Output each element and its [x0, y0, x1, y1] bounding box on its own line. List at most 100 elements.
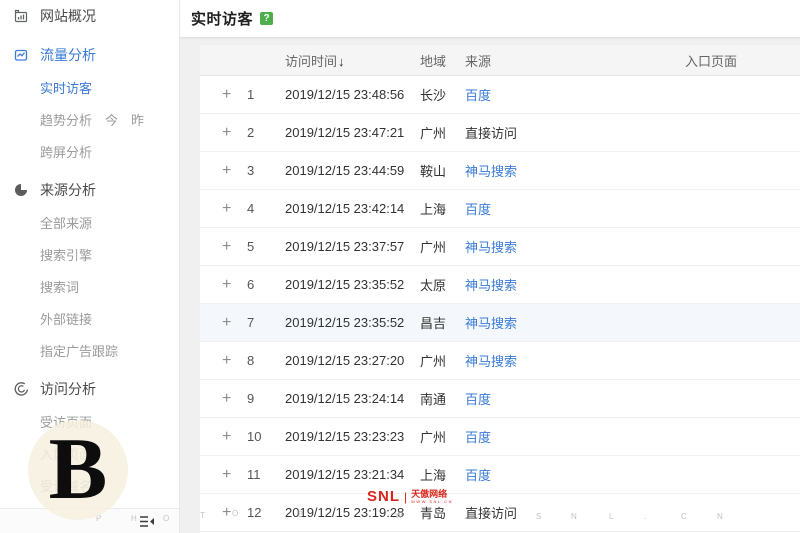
- expand-row-icon[interactable]: +: [222, 505, 231, 521]
- watermark-letter: N: [717, 512, 723, 521]
- visit-source-link[interactable]: 神马搜索: [462, 351, 682, 370]
- visit-source-link[interactable]: 神马搜索: [462, 275, 682, 294]
- watermark-letter: .: [644, 512, 647, 521]
- visit-region: 青岛: [420, 506, 447, 521]
- snl-logo-watermark: SNL | 天傲网络 WWW.SNL.CN: [367, 488, 453, 505]
- logo-company-name: 天傲网络: [411, 488, 448, 499]
- sidebar-item-label: 跨屏分析: [40, 144, 93, 160]
- expand-row-icon[interactable]: +: [222, 239, 231, 255]
- expand-row-icon[interactable]: +: [222, 163, 231, 179]
- visit-source-link[interactable]: 百度: [462, 199, 682, 218]
- sidebar-item-label: 全部来源: [40, 215, 93, 231]
- row-index: 6: [247, 277, 255, 292]
- row-index: 8: [247, 353, 255, 368]
- watermark-letter: C: [681, 512, 687, 521]
- row-index: 1: [247, 87, 255, 102]
- table-row: + 11 2019/12/15 23:21:34 上海 百度: [200, 456, 800, 494]
- page-header: 实时访客 ?: [180, 0, 800, 38]
- visit-time: 2019/12/15 23:42:14: [285, 201, 405, 216]
- row-index: 12: [247, 505, 262, 520]
- visit-source-link[interactable]: 神马搜索: [462, 313, 682, 332]
- expand-row-icon[interactable]: +: [222, 353, 231, 369]
- main-content: 访问时间↓ 地域 来源 入口页面 + 1 2019/12/15 23:48:56…: [180, 38, 800, 533]
- row-index: 5: [247, 239, 255, 254]
- visit-region: 广州: [420, 126, 447, 141]
- sidebar-item-ad-tracking[interactable]: 指定广告跟踪: [0, 334, 179, 366]
- sidebar-item-label: 搜索词: [40, 279, 80, 295]
- sidebar-item-search-terms[interactable]: 搜索词: [0, 270, 179, 302]
- sidebar-item-trend-analysis[interactable]: 趋势分析 今 昨: [0, 103, 179, 135]
- sidebar-item-all-sources[interactable]: 全部来源: [0, 206, 179, 238]
- expand-row-icon[interactable]: +: [222, 277, 231, 293]
- sidebar-item-search-engines[interactable]: 搜索引擎: [0, 238, 179, 270]
- row-index: 3: [247, 163, 255, 178]
- visit-region: 广州: [420, 354, 447, 369]
- visit-source-link[interactable]: 百度: [462, 85, 682, 104]
- watermark-letter: N: [571, 512, 577, 521]
- table-row: + 12 2019/12/15 23:19:28 青岛 直接访问: [200, 494, 800, 532]
- row-index: 4: [247, 201, 255, 216]
- row-index: 7: [247, 315, 255, 330]
- watermark-letter: O: [232, 509, 239, 518]
- expand-row-icon[interactable]: +: [222, 201, 231, 217]
- sidebar-item-visit-analysis[interactable]: 访问分析: [0, 373, 179, 405]
- sidebar-item-realtime-visitors[interactable]: 实时访客: [0, 71, 179, 103]
- watermark-letter: W: [395, 511, 403, 520]
- row-index: 2: [247, 125, 255, 140]
- avatar-watermark: B: [28, 420, 128, 520]
- sidebar-item-label: 访问分析: [40, 381, 96, 397]
- visit-time: 2019/12/15 23:47:21: [285, 125, 405, 140]
- expand-row-icon[interactable]: +: [222, 87, 231, 103]
- visit-time: 2019/12/15 23:35:52: [285, 315, 405, 330]
- sidebar-item-external-links[interactable]: 外部链接: [0, 302, 179, 334]
- visit-region: 上海: [420, 468, 447, 483]
- table-row: + 9 2019/12/15 23:24:14 南通 百度: [200, 380, 800, 418]
- visit-region: 昌吉: [420, 316, 447, 331]
- region-column-header: 地域: [420, 53, 447, 69]
- visit-region: 上海: [420, 202, 447, 217]
- expand-row-icon[interactable]: +: [222, 429, 231, 445]
- trend-today-link[interactable]: 今: [105, 110, 118, 129]
- visit-region: 鞍山: [420, 164, 447, 179]
- visit-source-link[interactable]: 百度: [462, 465, 682, 484]
- table-row: + 5 2019/12/15 23:37:57 广州 神马搜索: [200, 228, 800, 266]
- sidebar-item-label: 流量分析: [40, 47, 96, 63]
- visit-source-link[interactable]: 神马搜索: [462, 237, 682, 256]
- visit-source-link[interactable]: 百度: [462, 389, 682, 408]
- sort-desc-icon[interactable]: ↓: [338, 54, 345, 69]
- sidebar-item-traffic-analysis[interactable]: 流量分析: [0, 39, 179, 71]
- logo-url-text: WWW.SNL.CN: [411, 498, 454, 504]
- source-analysis-icon: [13, 182, 29, 198]
- help-icon[interactable]: ?: [260, 12, 274, 25]
- expand-row-icon[interactable]: +: [222, 391, 231, 407]
- visit-time: 2019/12/15 23:44:59: [285, 163, 405, 178]
- table-header-row: 访问时间↓ 地域 来源 入口页面: [200, 45, 800, 76]
- entry-column-header: 入口页面: [685, 53, 738, 69]
- sidebar-item-label: 趋势分析: [40, 112, 93, 128]
- visit-source-link[interactable]: 神马搜索: [462, 161, 682, 180]
- watermark-letter: O: [163, 514, 170, 523]
- expand-row-icon[interactable]: +: [222, 125, 231, 141]
- visitors-table-panel: 访问时间↓ 地域 来源 入口页面 + 1 2019/12/15 23:48:56…: [200, 45, 800, 533]
- sidebar-item-source-analysis[interactable]: 来源分析: [0, 174, 179, 206]
- visit-source-link[interactable]: 百度: [462, 427, 682, 446]
- collapse-sidebar-icon[interactable]: [138, 514, 156, 529]
- visit-time: 2019/12/15 23:23:23: [285, 429, 405, 444]
- table-row: + 7 2019/12/15 23:35:52 昌吉 神马搜索: [200, 304, 800, 342]
- trend-yesterday-link[interactable]: 昨: [131, 110, 144, 129]
- sidebar-item-cross-screen[interactable]: 跨屏分析: [0, 135, 179, 167]
- watermark-letter: H: [131, 514, 137, 523]
- table-row: + 3 2019/12/15 23:44:59 鞍山 神马搜索: [200, 152, 800, 190]
- expand-row-icon[interactable]: +: [222, 467, 231, 483]
- table-row: + 8 2019/12/15 23:27:20 广州 神马搜索: [200, 342, 800, 380]
- visit-time: 2019/12/15 23:21:34: [285, 467, 405, 482]
- visit-time: 2019/12/15 23:24:14: [285, 391, 405, 406]
- table-row: + 2 2019/12/15 23:47:21 广州 直接访问: [200, 114, 800, 152]
- expand-row-icon[interactable]: +: [222, 315, 231, 331]
- visit-source: 直接访问: [465, 126, 518, 141]
- visit-region: 太原: [420, 278, 447, 293]
- visit-region: 南通: [420, 392, 447, 407]
- sidebar-item-label: 搜索引擎: [40, 247, 93, 263]
- sidebar-item-site-overview[interactable]: 网站概况: [0, 0, 179, 32]
- watermark-letter: B: [298, 510, 304, 519]
